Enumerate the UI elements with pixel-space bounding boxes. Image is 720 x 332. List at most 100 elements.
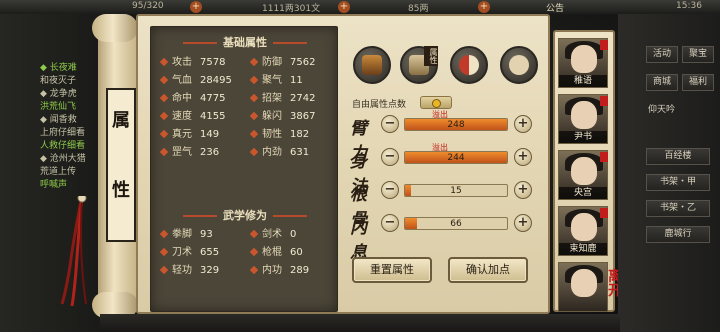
stat-value: 236 — [200, 147, 220, 158]
diamond-bullet-icon — [249, 265, 259, 275]
stat-row: 攻击 7578 防御 7562 — [159, 53, 331, 69]
menu-item[interactable]: 书架・乙 — [646, 200, 710, 217]
clock-text: 15:36 — [676, 1, 702, 11]
reset-attributes-button[interactable]: 重置属性 — [352, 257, 432, 283]
yin-yang-icon[interactable] — [450, 46, 488, 84]
stat-label: 韧性 — [262, 129, 282, 140]
attribute-bar: 244 — [404, 151, 508, 164]
menu-treasure[interactable]: 聚宝 — [682, 46, 714, 63]
attribute-value: 66 — [450, 219, 462, 229]
diamond-bullet-icon — [249, 129, 259, 139]
attribute-value: 248 — [447, 120, 465, 130]
stat-label: 轻功 — [172, 265, 192, 276]
quest-line[interactable]: 荒道上传 — [40, 166, 100, 178]
menu-item[interactable]: 书架・甲 — [646, 174, 710, 191]
decrease-button[interactable]: − — [381, 181, 399, 199]
body-icon[interactable] — [500, 46, 538, 84]
attribute-label: 根骨 — [350, 185, 367, 230]
stat-value: 2742 — [290, 93, 316, 104]
diamond-bullet-icon — [159, 147, 169, 157]
stat-cell: 罡气 236 — [159, 143, 220, 158]
stat-label: 躲闪 — [262, 111, 282, 122]
coin-icon — [432, 99, 441, 108]
stat-value: 3867 — [290, 111, 316, 122]
diamond-bullet-icon — [249, 75, 259, 85]
diamond-bullet-icon — [159, 129, 169, 139]
stat-cell: 气血 28495 — [159, 71, 232, 86]
increase-button[interactable]: + — [514, 148, 532, 166]
party-member-name: 央宫 — [559, 187, 607, 199]
menu-item[interactable]: 百经楼 — [646, 148, 710, 165]
menu-shop[interactable]: 商城 — [646, 74, 678, 91]
stat-label: 聚气 — [262, 75, 282, 86]
quest-line[interactable]: ◆ 长夜难 — [40, 62, 100, 74]
add-counter-button[interactable]: + — [190, 1, 202, 13]
decrease-button[interactable]: − — [381, 115, 399, 133]
stat-label: 枪棍 — [262, 247, 282, 258]
avatar — [571, 213, 597, 241]
confirm-points-button[interactable]: 确认加点 — [448, 257, 528, 283]
diamond-bullet-icon — [249, 229, 259, 239]
stat-row: 罡气 236 内劲 631 — [159, 143, 331, 159]
overflow-tag: 溢出 — [432, 110, 448, 119]
diamond-bullet-icon — [249, 147, 259, 157]
hat-icon[interactable] — [353, 46, 391, 84]
martial-skills-header: 武学修为 — [151, 207, 339, 223]
quest-line[interactable]: 洪荒仙飞 — [40, 101, 100, 113]
quest-line[interactable]: ◆ 沧州大猎 — [40, 153, 100, 165]
diamond-bullet-icon — [159, 265, 169, 275]
stat-cell: 刀术 655 — [159, 243, 219, 258]
increase-button[interactable]: + — [514, 214, 532, 232]
avatar — [571, 45, 597, 73]
quest-line[interactable]: 上府仔细看 — [40, 127, 100, 139]
decrease-button[interactable]: − — [381, 148, 399, 166]
counter-text: 95/320 — [132, 1, 164, 11]
decrease-button[interactable]: − — [381, 214, 399, 232]
stat-label: 攻击 — [172, 57, 192, 68]
quest-line[interactable]: 和夜灭子 — [40, 75, 100, 87]
stat-cell: 命中 4775 — [159, 89, 225, 104]
menu-welfare[interactable]: 福利 — [682, 74, 714, 91]
stat-cell: 防御 7562 — [249, 53, 315, 68]
increase-button[interactable]: + — [514, 181, 532, 199]
page-title-box: 属 性 — [106, 88, 136, 242]
add-money-button[interactable]: + — [338, 1, 350, 13]
money-text: 1111两301文 — [262, 4, 321, 14]
notice-link[interactable]: 公告 — [546, 1, 564, 14]
stat-cell: 韧性 182 — [249, 125, 309, 140]
battle-tag-icon — [600, 152, 608, 162]
attribute-label: 身法 — [350, 152, 367, 197]
stat-cell: 速度 4155 — [159, 107, 225, 122]
attribute-bar: 66 — [404, 217, 508, 230]
diamond-bullet-icon — [159, 247, 169, 257]
stats-box: 基础属性 攻击 7578 防御 7562 气血 28495 聚气 11 命中 4775 招架 2742… — [150, 26, 338, 312]
base-attributes-header: 基础属性 — [151, 34, 339, 50]
overflow-tag: 溢出 — [432, 143, 448, 152]
quest-line[interactable]: 呼喊声 — [40, 179, 100, 191]
quest-line[interactable]: 人救仔细看 — [40, 140, 100, 152]
stat-label: 刀术 — [172, 247, 192, 258]
stat-row: 轻功 329 内功 289 — [159, 261, 331, 277]
party-member-name: 尹书 — [559, 131, 607, 143]
attribute-label: 臂力 — [350, 119, 367, 164]
add-liang-button[interactable]: + — [478, 1, 490, 13]
diamond-bullet-icon — [159, 93, 169, 103]
menu-activity[interactable]: 活动 — [646, 46, 678, 63]
stat-value: 93 — [200, 229, 213, 240]
quest-line[interactable]: ◆ 闻香救 — [40, 114, 100, 126]
stat-row: 命中 4775 招架 2742 — [159, 89, 331, 105]
quest-line[interactable]: ◆ 龙争虎 — [40, 88, 100, 100]
diamond-bullet-icon — [159, 229, 169, 239]
stat-label: 速度 — [172, 111, 192, 122]
diamond-bullet-icon — [159, 111, 169, 121]
party-member-slot[interactable] — [558, 262, 608, 312]
scroll-top-roll — [92, 14, 138, 42]
free-points-label: 自由属性点数 — [352, 100, 407, 110]
diamond-bullet-icon — [249, 57, 259, 67]
top-status-bar: 95/320 + 1111两301文 + 85两 + 公告 15:36 — [0, 0, 720, 14]
increase-button[interactable]: + — [514, 115, 532, 133]
avatar — [571, 157, 597, 185]
menu-item[interactable]: 鹿城行 — [646, 226, 710, 243]
stat-cell: 枪棍 60 — [249, 243, 303, 258]
stat-label: 内功 — [262, 265, 282, 276]
